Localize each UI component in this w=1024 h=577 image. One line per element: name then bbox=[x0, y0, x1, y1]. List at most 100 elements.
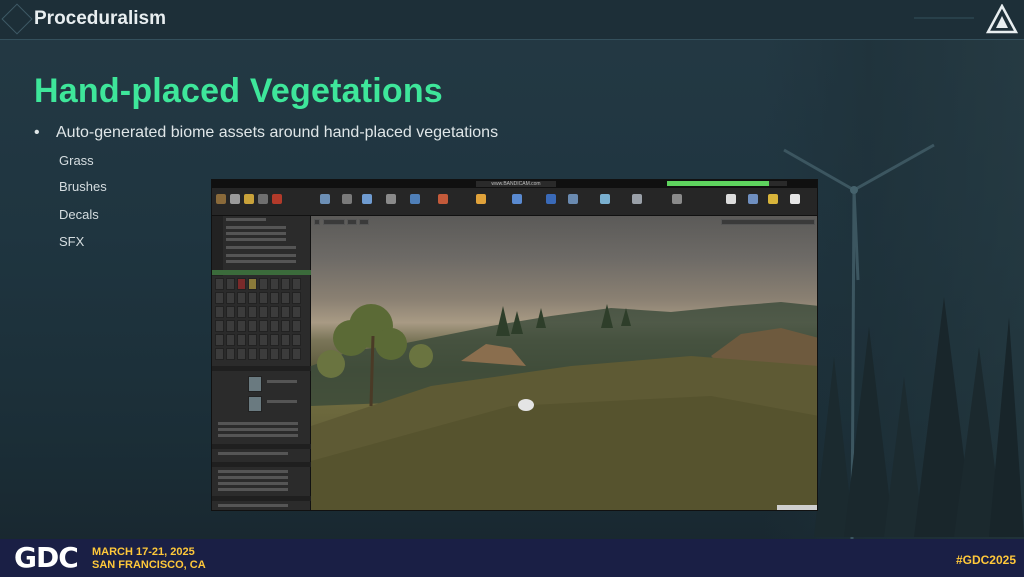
viewport-lit-toggle[interactable] bbox=[347, 219, 357, 225]
foliage-asset-thumbnail[interactable] bbox=[281, 334, 290, 346]
toolbar-foliage-icon[interactable] bbox=[244, 194, 254, 204]
viewport-menu-icon[interactable] bbox=[314, 219, 320, 225]
toolbar-save-icon[interactable] bbox=[320, 194, 330, 204]
property-row[interactable] bbox=[218, 476, 288, 479]
foliage-asset-thumbnail[interactable] bbox=[292, 320, 301, 332]
foliage-asset-thumbnail[interactable] bbox=[248, 278, 257, 290]
viewport-perspective-toggle[interactable] bbox=[323, 219, 345, 225]
foliage-asset-thumbnail[interactable] bbox=[237, 334, 246, 346]
mesh-thumbnail[interactable] bbox=[248, 396, 262, 412]
panel-option-row[interactable] bbox=[226, 246, 296, 249]
panel-option-row[interactable] bbox=[226, 238, 286, 241]
property-row[interactable] bbox=[218, 482, 288, 485]
toolbar-tool-c-icon[interactable] bbox=[568, 194, 578, 204]
foliage-asset-thumbnail[interactable] bbox=[215, 334, 224, 346]
foliage-asset-thumbnail[interactable] bbox=[292, 348, 301, 360]
toolbar-more-icon[interactable] bbox=[790, 194, 800, 204]
foliage-asset-thumbnail[interactable] bbox=[248, 320, 257, 332]
toolbar-settings-icon[interactable] bbox=[386, 194, 396, 204]
toolbar-record-icon[interactable] bbox=[272, 194, 282, 204]
foliage-asset-thumbnail[interactable] bbox=[226, 306, 235, 318]
foliage-asset-thumbnail[interactable] bbox=[259, 278, 268, 290]
panel-option-row[interactable] bbox=[226, 260, 296, 263]
toolbar-launch-icon[interactable] bbox=[748, 194, 758, 204]
foliage-asset-thumbnail[interactable] bbox=[215, 278, 224, 290]
editor-viewport[interactable] bbox=[311, 216, 817, 510]
foliage-asset-thumbnail[interactable] bbox=[237, 320, 246, 332]
foliage-asset-thumbnail[interactable] bbox=[237, 306, 246, 318]
foliage-asset-thumbnail[interactable] bbox=[237, 278, 246, 290]
foliage-asset-thumbnail[interactable] bbox=[281, 278, 290, 290]
toolbar-cinematics-icon[interactable] bbox=[438, 194, 448, 204]
foliage-asset-thumbnail[interactable] bbox=[226, 320, 235, 332]
foliage-asset-thumbnail[interactable] bbox=[248, 292, 257, 304]
foliage-asset-thumbnail[interactable] bbox=[270, 278, 279, 290]
foliage-asset-thumbnail[interactable] bbox=[259, 292, 268, 304]
foliage-asset-thumbnail[interactable] bbox=[281, 348, 290, 360]
foliage-tool-strip[interactable] bbox=[212, 216, 223, 276]
toolbar-tool-e-icon[interactable] bbox=[632, 194, 642, 204]
property-row[interactable] bbox=[218, 422, 298, 425]
details-section-header[interactable] bbox=[212, 462, 311, 467]
foliage-asset-thumbnail[interactable] bbox=[292, 334, 301, 346]
panel-option-row[interactable] bbox=[226, 232, 286, 235]
mesh-field[interactable] bbox=[267, 400, 297, 403]
panel-tab[interactable] bbox=[226, 218, 266, 221]
details-section-header[interactable] bbox=[212, 496, 311, 501]
toolbar-marketplace-icon[interactable] bbox=[362, 194, 372, 204]
foliage-asset-thumbnail[interactable] bbox=[292, 292, 301, 304]
panel-option-row[interactable] bbox=[226, 226, 286, 229]
toolbar-content-icon[interactable] bbox=[342, 194, 352, 204]
foliage-asset-thumbnail[interactable] bbox=[226, 348, 235, 360]
toolbar-brush-icon[interactable] bbox=[230, 194, 240, 204]
foliage-asset-thumbnail[interactable] bbox=[259, 334, 268, 346]
foliage-asset-thumbnail[interactable] bbox=[226, 292, 235, 304]
toolbar-blueprint-icon[interactable] bbox=[410, 194, 420, 204]
property-row[interactable] bbox=[218, 488, 288, 491]
details-section-header[interactable] bbox=[212, 444, 311, 449]
foliage-asset-thumbnail[interactable] bbox=[248, 334, 257, 346]
foliage-asset-thumbnail[interactable] bbox=[226, 334, 235, 346]
foliage-list-header[interactable] bbox=[212, 270, 311, 275]
foliage-asset-thumbnail[interactable] bbox=[226, 278, 235, 290]
foliage-asset-thumbnail[interactable] bbox=[215, 348, 224, 360]
mesh-field[interactable] bbox=[267, 380, 297, 383]
foliage-asset-thumbnail[interactable] bbox=[259, 320, 268, 332]
mesh-thumbnail[interactable] bbox=[248, 376, 262, 392]
foliage-asset-thumbnail[interactable] bbox=[292, 306, 301, 318]
foliage-asset-thumbnail[interactable] bbox=[237, 348, 246, 360]
foliage-asset-thumbnail[interactable] bbox=[281, 292, 290, 304]
property-row[interactable] bbox=[218, 428, 298, 431]
toolbar-tool-b-icon[interactable] bbox=[546, 194, 556, 204]
viewport-transform-controls[interactable] bbox=[721, 219, 815, 225]
toolbar-package-icon[interactable] bbox=[768, 194, 778, 204]
foliage-asset-thumbnail[interactable] bbox=[248, 306, 257, 318]
property-row[interactable] bbox=[218, 434, 298, 437]
foliage-asset-thumbnail[interactable] bbox=[281, 320, 290, 332]
property-row[interactable] bbox=[218, 504, 288, 507]
toolbar-tool-a-icon[interactable] bbox=[512, 194, 522, 204]
foliage-asset-thumbnail[interactable] bbox=[215, 306, 224, 318]
foliage-asset-thumbnail[interactable] bbox=[270, 320, 279, 332]
panel-option-row[interactable] bbox=[226, 254, 296, 257]
foliage-asset-thumbnail[interactable] bbox=[215, 292, 224, 304]
toolbar-tool-d-icon[interactable] bbox=[600, 194, 610, 204]
foliage-asset-thumbnail[interactable] bbox=[259, 348, 268, 360]
toolbar-play-icon[interactable] bbox=[726, 194, 736, 204]
details-header[interactable] bbox=[212, 366, 311, 371]
toolbar-tool-f-icon[interactable] bbox=[672, 194, 682, 204]
toolbar-build-icon[interactable] bbox=[476, 194, 486, 204]
foliage-asset-thumbnail[interactable] bbox=[270, 306, 279, 318]
viewport-show-toggle[interactable] bbox=[359, 219, 369, 225]
foliage-asset-thumbnail[interactable] bbox=[248, 348, 257, 360]
foliage-asset-thumbnail[interactable] bbox=[259, 306, 268, 318]
foliage-asset-thumbnail[interactable] bbox=[215, 320, 224, 332]
property-row[interactable] bbox=[218, 452, 288, 455]
toolbar-paint-icon[interactable] bbox=[258, 194, 268, 204]
foliage-asset-thumbnail[interactable] bbox=[270, 292, 279, 304]
foliage-asset-thumbnail[interactable] bbox=[281, 306, 290, 318]
property-row[interactable] bbox=[218, 470, 288, 473]
foliage-asset-thumbnail[interactable] bbox=[237, 292, 246, 304]
foliage-asset-thumbnail[interactable] bbox=[270, 334, 279, 346]
toolbar-mode-icon[interactable] bbox=[216, 194, 226, 204]
